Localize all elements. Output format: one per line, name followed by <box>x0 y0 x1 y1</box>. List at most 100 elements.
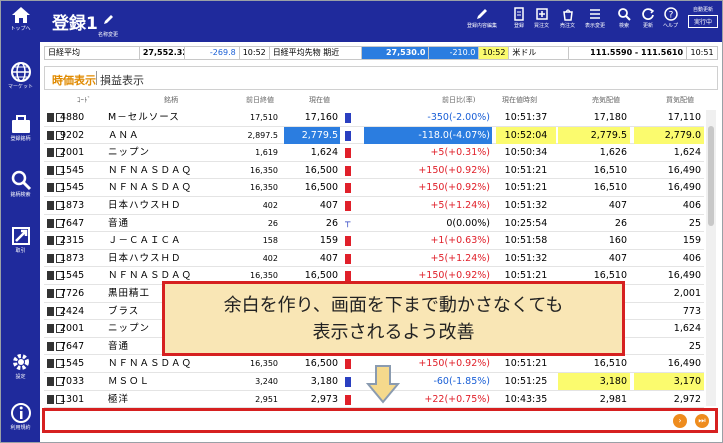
auto-refresh-label: 自動更新 <box>692 7 713 13</box>
memo-icon[interactable] <box>47 324 54 334</box>
memo-icon[interactable] <box>47 271 54 281</box>
cell-time: 10:51:32 <box>504 200 548 211</box>
cell-current: 26 <box>325 217 338 229</box>
cell-buy-quote: 159 <box>682 235 701 247</box>
cell-name[interactable]: ＮＦＮＡＳＤＡＱ <box>108 355 228 372</box>
refresh-button[interactable]: 更新 <box>641 7 655 29</box>
sidebar-item-registered[interactable]: 登録銘柄 <box>1 113 40 142</box>
table-row[interactable]: 1545 ＮＦＮＡＳＤＡＱ 16,350 16,500 +150(+0.92%) 10:5… <box>44 179 704 197</box>
memo-icon[interactable] <box>47 359 54 369</box>
sidebar-item-trade[interactable]: 取引 <box>1 225 40 254</box>
memo-icon[interactable] <box>47 377 54 386</box>
cell-code: 9202 <box>60 129 85 141</box>
memo-icon[interactable] <box>47 289 54 298</box>
sidebar-item-search[interactable]: 銘柄検索 <box>1 169 40 198</box>
next-page-button[interactable]: › <box>673 414 687 428</box>
table-row[interactable]: 1873 日本ハウスＨＤ 402 407 +5(+1.24%) 10:51:32 407 40… <box>44 197 704 215</box>
memo-icon[interactable] <box>47 236 54 246</box>
auto-refresh-button[interactable]: 実行中 <box>688 15 718 28</box>
register-button[interactable]: 登録 <box>512 7 526 29</box>
cell-time: 10:51:25 <box>504 376 548 387</box>
cell-code: 1873 <box>60 200 85 211</box>
rename-button[interactable]: 名称変更 <box>98 11 118 38</box>
cell-code: 1545 <box>60 270 85 282</box>
table-row[interactable]: 4880 M－セルソース 17,510 17,160 -350(-2.00%) 10:51… <box>44 109 704 127</box>
memo-icon[interactable] <box>47 148 54 158</box>
cell-name[interactable]: M－セルソース <box>108 109 228 126</box>
tab-market-price[interactable]: 時価表示 <box>52 72 96 88</box>
sidebar-item-settings[interactable]: 設定 <box>1 351 40 380</box>
sidebar-item-top[interactable]: トップへ <box>1 5 40 32</box>
tab-profit-loss[interactable]: 損益表示 <box>100 72 144 88</box>
memo-icon[interactable] <box>47 306 54 316</box>
cell-sell-quote: 16,510 <box>593 164 627 176</box>
memo-icon[interactable] <box>47 130 54 140</box>
cell-name[interactable]: 日本ハウスＨＤ <box>108 250 228 267</box>
cell-prev-close: 402 <box>262 201 278 210</box>
display-change-button[interactable]: 表示変更 <box>585 7 605 29</box>
annotation-callout: 余白を作り、画面を下まで動かさなくても 表示されるよう改善 <box>162 281 625 356</box>
memo-icon[interactable] <box>47 341 54 351</box>
svg-text:?: ? <box>668 11 673 21</box>
help-button[interactable]: ? ヘルプ <box>663 7 678 29</box>
cell-current: 16,500 <box>304 358 338 370</box>
cell-buy-quote: 3,170 <box>634 373 704 390</box>
cell-change: +5(+1.24%) <box>430 200 490 211</box>
cell-prev-close: 1,619 <box>255 148 278 158</box>
edit-registration-button[interactable]: 登録内容編集 <box>467 7 497 29</box>
buy-order-icon <box>535 8 548 20</box>
cell-sell-quote: 2,981 <box>599 393 627 405</box>
table-row[interactable]: 1545 ＮＦＮＡＳＤＡＱ 16,350 16,500 +150(+0.92%) 10:5… <box>44 162 704 180</box>
memo-icon[interactable] <box>47 218 54 228</box>
search-button[interactable]: 検索 <box>617 7 631 29</box>
globe-icon <box>10 62 31 82</box>
help-icon: ? <box>663 7 678 21</box>
cell-buy-quote: 16,490 <box>667 270 701 282</box>
vertical-scrollbar[interactable] <box>706 110 716 406</box>
cell-name[interactable]: 音通 <box>108 215 228 232</box>
cell-sell-quote: 16,510 <box>593 358 627 370</box>
cell-buy-quote: 16,490 <box>667 182 701 194</box>
cell-buy-quote: 1,624 <box>673 323 701 335</box>
cell-buy-quote: 2,001 <box>673 288 701 299</box>
memo-icon[interactable] <box>47 165 54 175</box>
cell-name[interactable]: ＭＳＯＬ <box>108 373 228 390</box>
memo-icon[interactable] <box>47 113 54 122</box>
cell-buy-quote: 16,490 <box>667 164 701 176</box>
cell-time: 10:52:04 <box>496 126 556 144</box>
table-row[interactable]: 1873 日本ハウスＨＤ 402 407 +5(+1.24%) 10:51:32 407 40… <box>44 250 704 268</box>
memo-icon[interactable] <box>47 253 54 263</box>
cell-name[interactable]: ニップン <box>108 144 228 161</box>
sidebar-item-terms[interactable]: 利用規約 <box>1 402 40 431</box>
cell-prev-close: 158 <box>262 236 278 246</box>
futures-value: 27,530.0 <box>361 47 430 59</box>
cell-sell-quote: 17,180 <box>593 112 627 123</box>
cell-name[interactable]: 極洋 <box>108 391 228 408</box>
sell-order-button[interactable]: 売注文 <box>560 7 575 29</box>
cell-buy-quote: 1,624 <box>673 147 701 159</box>
scrollbar-thumb[interactable] <box>708 126 714 226</box>
cell-name[interactable]: ＮＦＮＡＳＤＡＱ <box>108 179 228 196</box>
cell-code: 1301 <box>60 393 85 405</box>
table-row[interactable]: 7647 音通 26 26 0(0.00%) 10:25:54 26 25 ┬ <box>44 215 704 233</box>
cell-code: 7033 <box>60 376 85 387</box>
buy-order-button[interactable]: 買注文 <box>534 7 549 29</box>
sidebar-item-label: 登録銘柄 <box>10 136 31 142</box>
change-indicator <box>345 113 351 123</box>
cell-code: 2315 <box>60 235 85 247</box>
last-page-button[interactable]: ⏭ <box>695 414 709 428</box>
cell-name[interactable]: 日本ハウスＨＤ <box>108 197 228 214</box>
memo-icon[interactable] <box>47 394 54 404</box>
table-row[interactable]: 9202 ＡＮＡ 2,897.5 2,779.5 -118.0(-4.07%) 10:52… <box>44 126 704 145</box>
cell-name[interactable]: Ｊ－ＣＡＩＣＡ <box>108 232 228 249</box>
cell-current: 16,500 <box>304 164 338 176</box>
cell-name[interactable]: ＮＦＮＡＳＤＡＱ <box>108 162 228 179</box>
memo-icon[interactable] <box>47 201 54 210</box>
briefcase-icon <box>11 115 30 133</box>
table-row[interactable]: 2001 ニップン 1,619 1,624 +5(+0.31%) 10:50:34 1,62… <box>44 144 704 162</box>
sidebar-item-market[interactable]: マーケット <box>1 61 40 90</box>
memo-icon[interactable] <box>47 183 54 193</box>
table-row[interactable]: 2315 Ｊ－ＣＡＩＣＡ 158 159 +1(+0.63%) 10:51:58 160 15… <box>44 232 704 250</box>
change-indicator <box>345 148 351 159</box>
cell-name[interactable]: ＡＮＡ <box>108 127 228 144</box>
